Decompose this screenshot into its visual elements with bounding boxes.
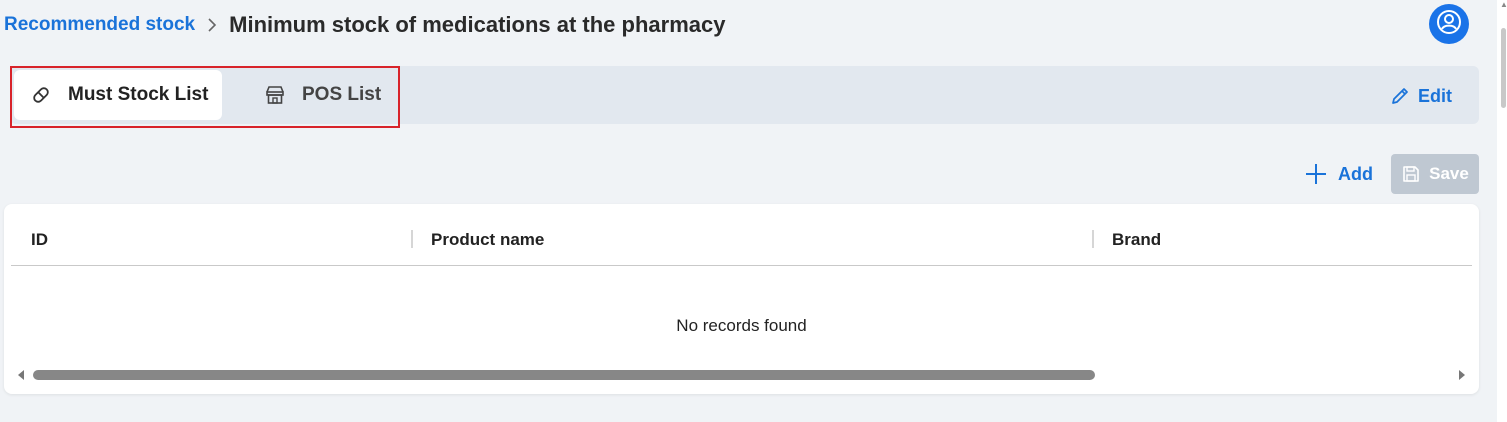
- products-table-card: ID Product name Brand No records found: [4, 204, 1479, 394]
- floppy-disk-icon: [1401, 164, 1421, 184]
- column-header-product-name[interactable]: Product name: [431, 230, 544, 250]
- chevron-right-icon: [207, 17, 217, 33]
- save-button[interactable]: Save: [1391, 154, 1479, 194]
- user-avatar-button[interactable]: [1429, 4, 1469, 44]
- tab-pos-list[interactable]: POS List: [250, 70, 400, 120]
- tab-label: Must Stock List: [68, 84, 209, 105]
- tab-label: POS List: [302, 84, 382, 105]
- column-divider[interactable]: [411, 230, 413, 248]
- user-icon: [1436, 9, 1462, 40]
- tab-must-stock-list[interactable]: Must Stock List: [14, 70, 222, 120]
- vertical-scrollbar-thumb[interactable]: [1501, 28, 1506, 108]
- edit-label: Edit: [1418, 85, 1452, 106]
- plus-icon: [1304, 162, 1328, 186]
- scroll-left-arrow-icon[interactable]: [18, 370, 24, 380]
- pencil-icon: [1390, 86, 1410, 106]
- store-icon: [264, 84, 286, 106]
- breadcrumb-link-recommended-stock[interactable]: Recommended stock: [4, 14, 195, 36]
- scroll-right-arrow-icon[interactable]: [1459, 370, 1465, 380]
- breadcrumb: Recommended stock Minimum stock of medic…: [4, 11, 725, 39]
- add-button[interactable]: Add: [1304, 160, 1373, 188]
- page-title: Minimum stock of medications at the phar…: [229, 12, 726, 37]
- scroll-up-arrow[interactable]: ▲: [1500, 0, 1507, 9]
- pill-icon: [30, 84, 52, 106]
- column-divider[interactable]: [1092, 230, 1094, 248]
- horizontal-scrollbar[interactable]: [11, 366, 1472, 384]
- table-header: ID Product name Brand: [11, 218, 1472, 266]
- add-label: Add: [1338, 163, 1373, 184]
- edit-button[interactable]: Edit: [1390, 82, 1452, 110]
- column-header-id[interactable]: ID: [31, 230, 48, 250]
- column-header-brand[interactable]: Brand: [1112, 230, 1161, 250]
- horizontal-scrollbar-thumb[interactable]: [33, 370, 1095, 380]
- save-label: Save: [1429, 164, 1469, 183]
- tab-bar: Must Stock List POS List: [10, 66, 1479, 124]
- empty-message: No records found: [676, 316, 807, 335]
